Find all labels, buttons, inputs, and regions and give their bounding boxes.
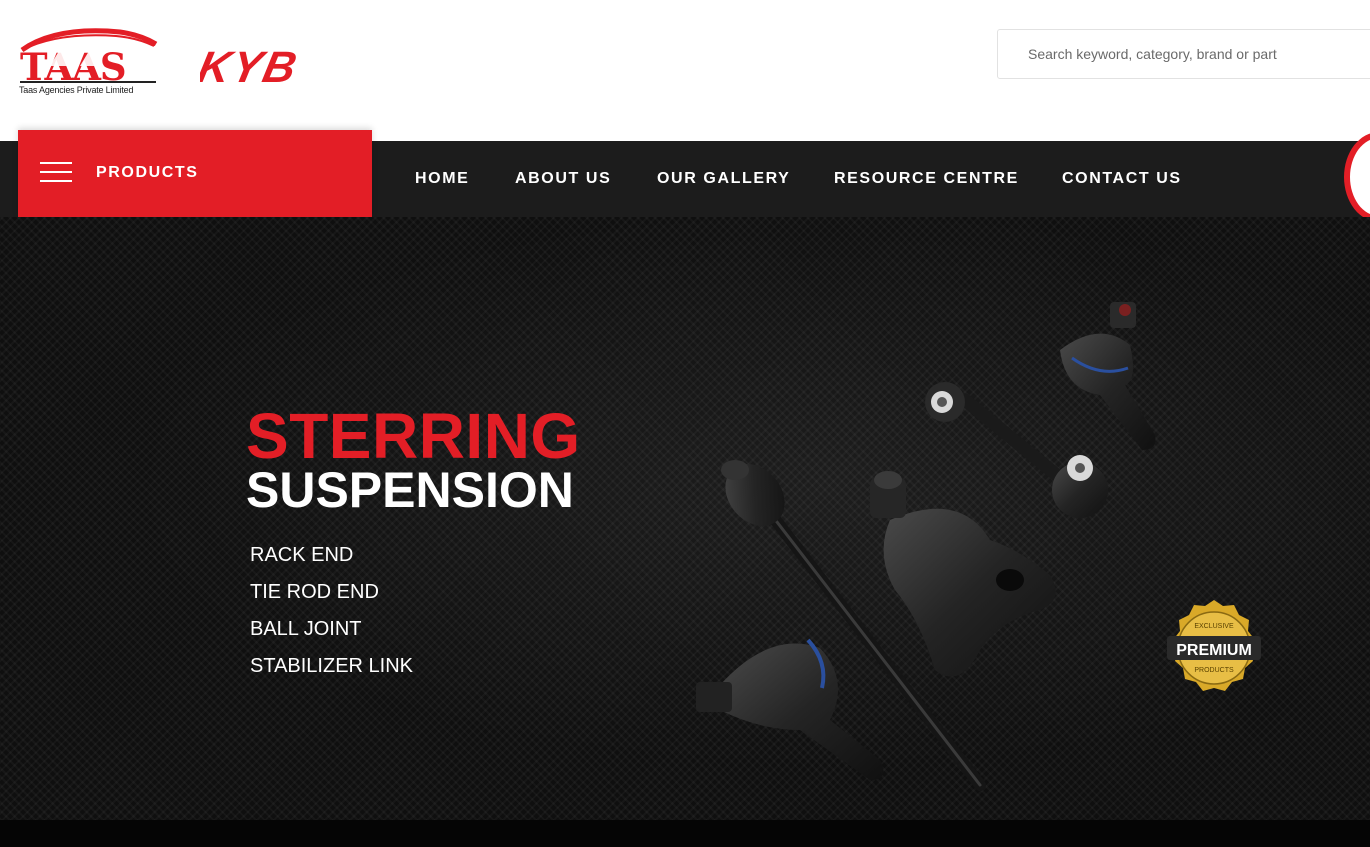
kyb-logo[interactable]: KYB (193, 42, 370, 92)
hero-bottom-strip (0, 820, 1370, 847)
hero-list-item: RACK END (250, 544, 354, 566)
products-label: PRODUCTS (96, 164, 199, 181)
tie-rod-end-top-part (1060, 302, 1156, 450)
ball-joint-part (870, 471, 1056, 677)
site-header: TAAS Taas Agencies Private Limited KYB (0, 0, 1370, 141)
steering-parts-image (696, 302, 1156, 791)
hero-product-list: RACK END TIE ROD END BALL JOINT STABILIZ… (250, 540, 413, 688)
hamburger-icon[interactable] (40, 162, 72, 182)
brand-tagline: Taas Agencies Private Limited (19, 85, 134, 95)
hero-list-item: STABILIZER LINK (250, 655, 414, 677)
nav-about-us[interactable]: ABOUT US (515, 170, 611, 188)
badge-main-text: PREMIUM (1176, 642, 1252, 659)
premium-badge: EXCLUSIVE PREMIUM PRODUCTS (1167, 600, 1261, 691)
nav-contact-us[interactable]: CONTACT US (1062, 170, 1182, 188)
nav-resource-centre[interactable]: RESOURCE CENTRE (834, 170, 1019, 188)
search-box (997, 29, 1370, 79)
search-input[interactable] (998, 30, 1368, 78)
badge-bottom-text: PRODUCTS (1194, 667, 1234, 674)
tie-rod-end-part (696, 638, 884, 780)
svg-text:KYB: KYB (200, 43, 303, 91)
stabilizer-link-part (925, 382, 1108, 518)
hero-heading-red: STERRING (246, 400, 581, 472)
hero-list-item: BALL JOINT (250, 618, 362, 640)
nav-home[interactable]: HOME (415, 170, 469, 188)
hero-list-item: TIE ROD END (250, 581, 379, 603)
badge-top-text: EXCLUSIVE (1194, 623, 1234, 630)
taas-logo[interactable]: TAAS Taas Agencies Private Limited (16, 24, 164, 100)
hero-heading-white: SUSPENSION (246, 462, 574, 518)
nav-our-gallery[interactable]: OUR GALLERY (657, 170, 790, 188)
products-menu-button[interactable]: PRODUCTS (18, 130, 372, 217)
